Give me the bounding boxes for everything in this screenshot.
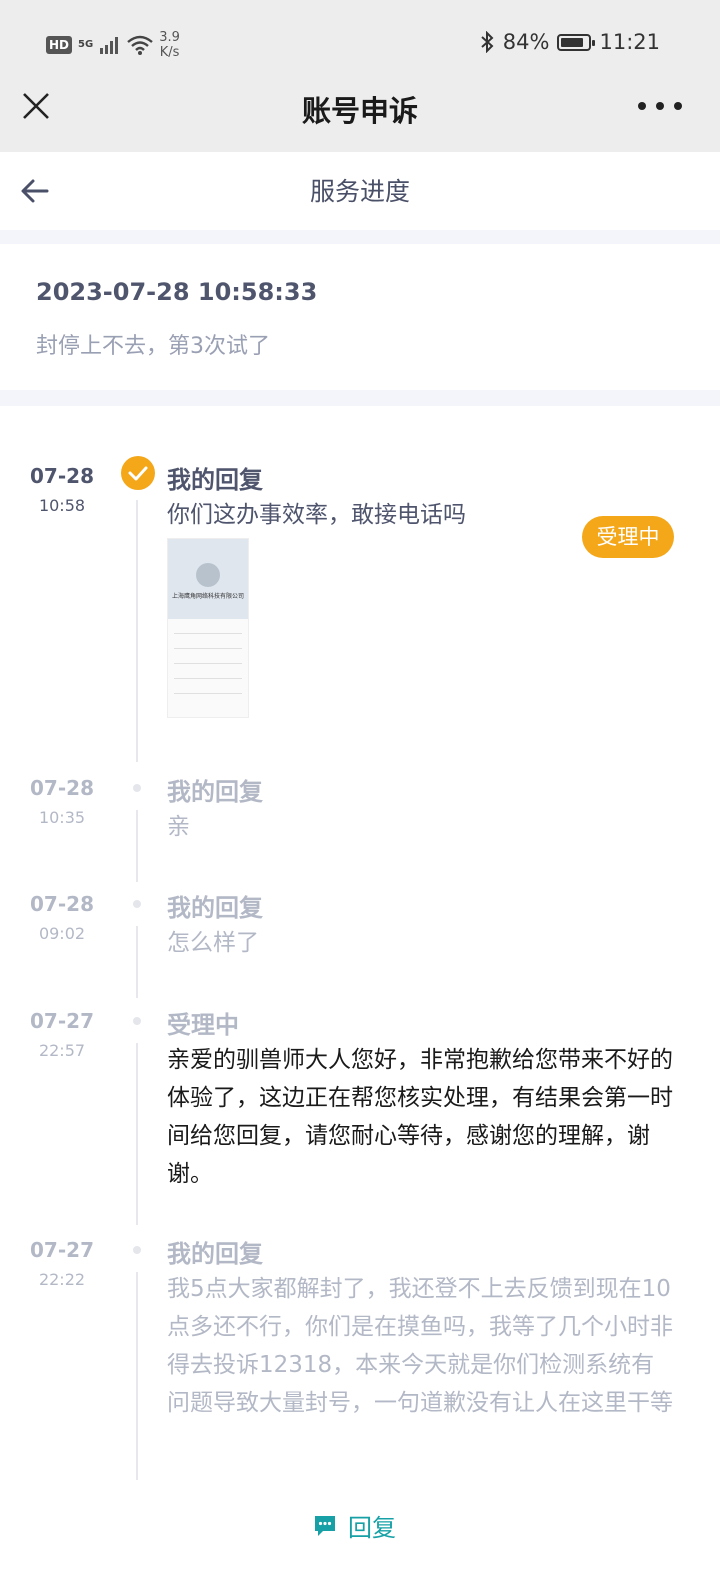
timeline-dot xyxy=(133,1017,141,1025)
entry-time: 10:35 xyxy=(38,808,86,827)
entry-body: 我5点大家都解封了，我还登不上去反馈到现在10点多还不行，你们是在摸鱼吗，我等了… xyxy=(167,1276,673,1416)
ticket-description: 封停上不去，第3次试了 xyxy=(36,334,270,359)
timeline-line xyxy=(136,926,138,998)
network-speed: 3.9 K/s xyxy=(159,30,180,60)
timeline: 07-28 10:58 我的回复 你们这办事效率，敢接电话吗 上海鹰角网络科技有… xyxy=(0,406,720,1592)
page-title: 账号申诉 xyxy=(301,94,418,128)
entry-body: 亲 xyxy=(167,814,190,840)
entry-time: 22:57 xyxy=(38,1041,86,1060)
entry-title: 我的回复 xyxy=(167,466,263,494)
section-title: 服务进度 xyxy=(309,177,410,206)
title-bar: 账号申诉 xyxy=(0,64,720,152)
entry-time: 22:22 xyxy=(38,1270,86,1289)
entry-title: 受理中 xyxy=(167,1011,239,1039)
entry-title: 我的回复 xyxy=(167,894,263,922)
check-icon xyxy=(121,456,155,490)
timeline-dot xyxy=(133,1246,141,1254)
entry-time: 09:02 xyxy=(38,924,86,943)
reply-button[interactable]: 回复 xyxy=(312,1508,396,1543)
entry-body: 怎么样了 xyxy=(167,930,259,956)
timeline-line xyxy=(136,810,138,882)
timeline-line xyxy=(136,500,138,762)
attachment-thumbnail[interactable]: 上海鹰角网络科技有限公司 xyxy=(167,538,249,718)
nav-bar: 服务进度 xyxy=(0,152,720,230)
battery-percent: 84% xyxy=(502,30,550,54)
divider xyxy=(0,390,720,406)
entry-date: 07-28 xyxy=(30,892,94,916)
divider xyxy=(0,230,720,244)
entry-date: 07-27 xyxy=(30,1009,94,1033)
chat-bubble-icon xyxy=(315,1515,335,1536)
bluetooth-icon xyxy=(481,31,494,53)
more-icon[interactable] xyxy=(638,102,682,112)
signal-icon xyxy=(100,37,119,54)
timeline-line xyxy=(136,1043,138,1225)
speed-value: 3.9 xyxy=(159,30,180,45)
avatar xyxy=(196,563,220,587)
entry-body: 亲爱的驯兽师大人您好，非常抱歉给您带来不好的体验了，这边正在帮您核实处理，有结果… xyxy=(167,1047,673,1187)
entry-time: 10:58 xyxy=(38,496,86,515)
timeline-line xyxy=(136,1272,138,1480)
reply-label: 回复 xyxy=(348,1514,396,1542)
hd-indicator: HD xyxy=(46,36,73,54)
speed-unit: K/s xyxy=(159,45,180,60)
entry-date: 07-28 xyxy=(30,464,94,488)
network-type: 5G xyxy=(78,39,94,50)
clock: 11:21 xyxy=(599,30,660,54)
entry-title: 我的回复 xyxy=(167,778,263,806)
ticket-datetime: 2023-07-28 10:58:33 xyxy=(36,278,318,306)
entry-date: 07-28 xyxy=(30,776,94,800)
attachment-company: 上海鹰角网络科技有限公司 xyxy=(171,593,244,600)
entry-date: 07-27 xyxy=(30,1238,94,1262)
timeline-dot xyxy=(133,784,141,792)
entry-title: 我的回复 xyxy=(167,1240,263,1268)
battery-icon xyxy=(557,33,596,51)
entry-body: 你们这办事效率，敢接电话吗 xyxy=(167,502,466,528)
ticket-card: 2023-07-28 10:58:33 受理中 封停上不去，第3次试了 xyxy=(0,244,720,558)
timeline-dot xyxy=(133,900,141,908)
wifi-icon xyxy=(127,35,153,55)
